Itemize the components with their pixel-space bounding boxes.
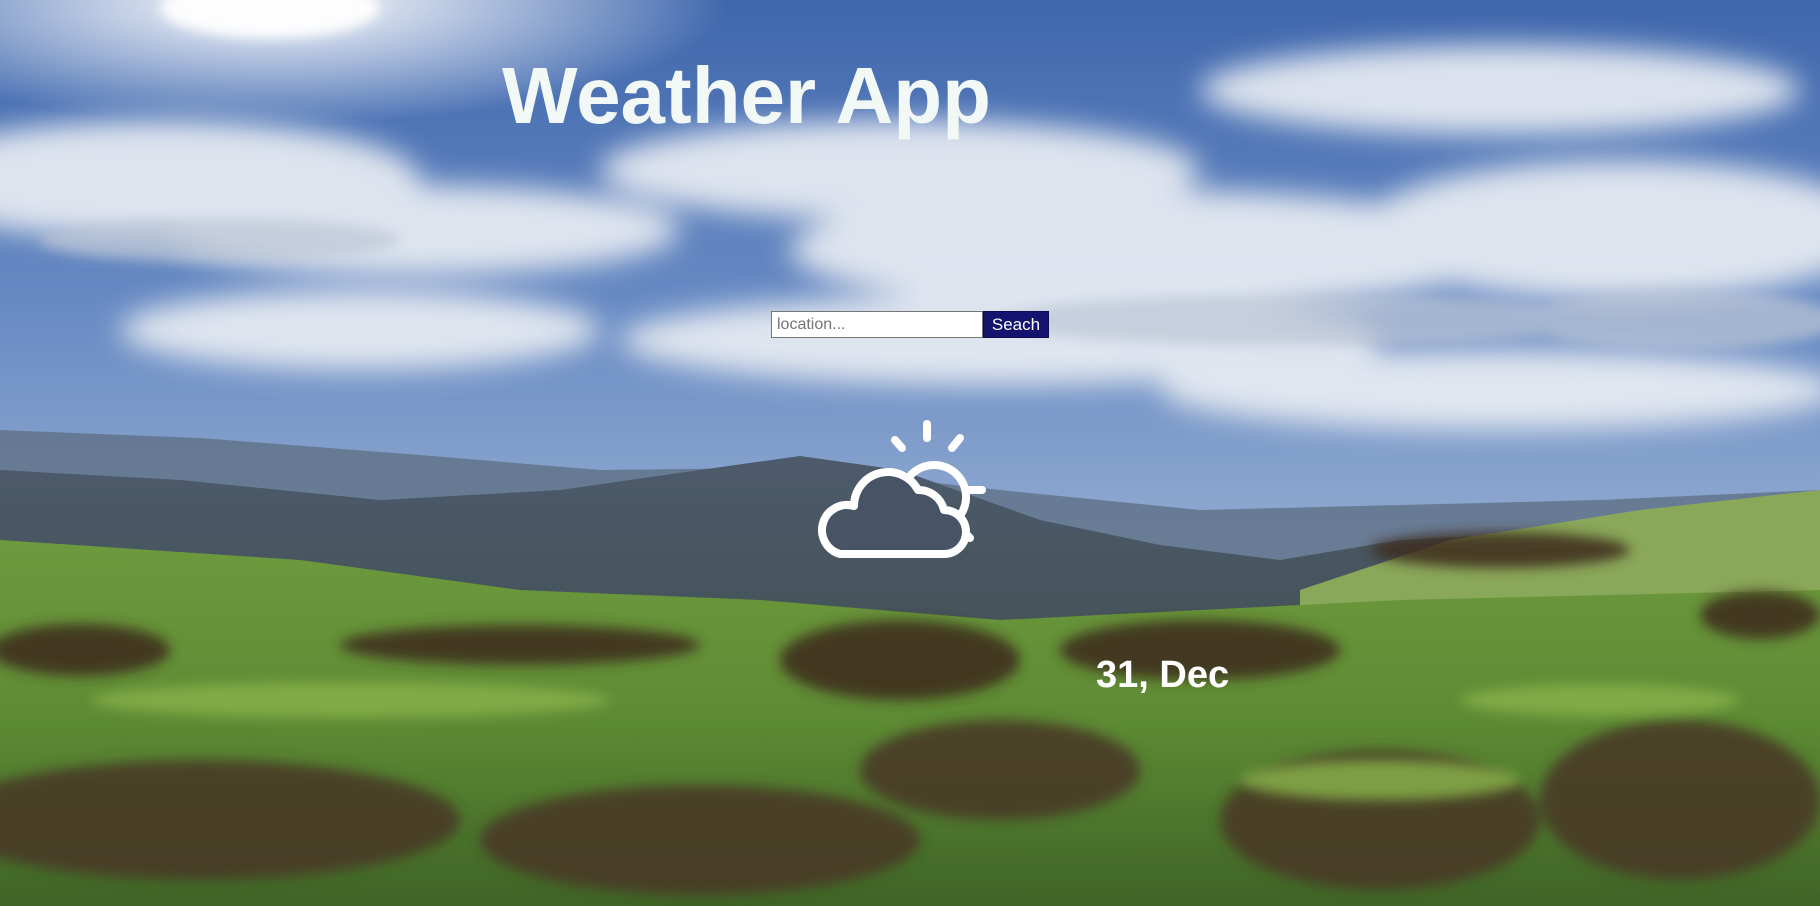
partly-cloudy-day-icon — [818, 420, 986, 558]
date-label: 31, Dec — [1096, 654, 1230, 696]
app-title: Weather App — [502, 51, 991, 140]
search-bar: Seach — [771, 311, 1049, 338]
search-button[interactable]: Seach — [983, 311, 1049, 338]
location-search-input[interactable] — [771, 311, 983, 338]
